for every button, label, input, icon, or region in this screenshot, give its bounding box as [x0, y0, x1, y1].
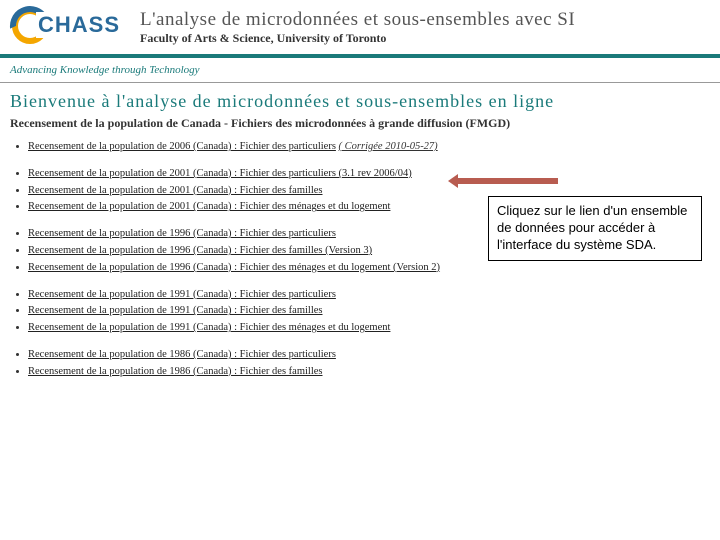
tagline: Advancing Knowledge through Technology: [0, 58, 720, 82]
link-group-2006: Recensement de la population de 2006 (Ca…: [0, 139, 720, 166]
list-item: Recensement de la population de 1991 (Ca…: [28, 287, 720, 304]
arrow-icon: [458, 178, 558, 184]
section-title: Recensement de la population de Canada -…: [0, 114, 720, 139]
list-item: Recensement de la population de 2001 (Ca…: [28, 166, 720, 183]
list-item: Recensement de la population de 1986 (Ca…: [28, 347, 720, 364]
header: CHASS L'analyse de microdonnées et sous-…: [0, 0, 720, 50]
dataset-link[interactable]: Recensement de la population de 1996 (Ca…: [28, 245, 372, 256]
list-item: Recensement de la population de 1986 (Ca…: [28, 364, 720, 381]
dataset-link[interactable]: Recensement de la population de 1991 (Ca…: [28, 322, 390, 333]
instruction-callout: Cliquez sur le lien d'un ensemble de don…: [488, 196, 702, 261]
dataset-link[interactable]: Recensement de la population de 2001 (Ca…: [28, 168, 412, 179]
link-group-1986: Recensement de la population de 1986 (Ca…: [0, 347, 720, 391]
list-item: Recensement de la population de 2006 (Ca…: [28, 139, 720, 156]
correction-note: ( Corrigée 2010-05-27): [339, 141, 438, 152]
dataset-link[interactable]: Recensement de la population de 1991 (Ca…: [28, 305, 323, 316]
dataset-link[interactable]: Recensement de la population de 1991 (Ca…: [28, 289, 336, 300]
list-item: Recensement de la population de 1991 (Ca…: [28, 303, 720, 320]
dataset-link[interactable]: Recensement de la population de 2006 (Ca…: [28, 141, 336, 152]
dataset-link[interactable]: Recensement de la population de 2001 (Ca…: [28, 185, 323, 196]
dataset-link[interactable]: Recensement de la population de 1996 (Ca…: [28, 262, 440, 273]
dataset-link[interactable]: Recensement de la population de 1996 (Ca…: [28, 228, 336, 239]
title-block: L'analyse de microdonnées et sous-ensemb…: [130, 9, 575, 46]
dataset-link[interactable]: Recensement de la population de 2001 (Ca…: [28, 201, 390, 212]
page-title: L'analyse de microdonnées et sous-ensemb…: [140, 9, 575, 31]
link-group-1991: Recensement de la population de 1991 (Ca…: [0, 287, 720, 347]
dataset-link[interactable]: Recensement de la population de 1986 (Ca…: [28, 349, 336, 360]
list-item: Recensement de la population de 1991 (Ca…: [28, 320, 720, 337]
welcome-heading: Bienvenue à l'analyse de microdonnées et…: [0, 83, 720, 114]
list-item: Recensement de la population de 1996 (Ca…: [28, 260, 720, 277]
dataset-link[interactable]: Recensement de la population de 1986 (Ca…: [28, 366, 323, 377]
page-subtitle: Faculty of Arts & Science, University of…: [140, 31, 575, 46]
logo-text: CHASS: [36, 12, 122, 38]
chass-logo: CHASS: [10, 6, 130, 48]
